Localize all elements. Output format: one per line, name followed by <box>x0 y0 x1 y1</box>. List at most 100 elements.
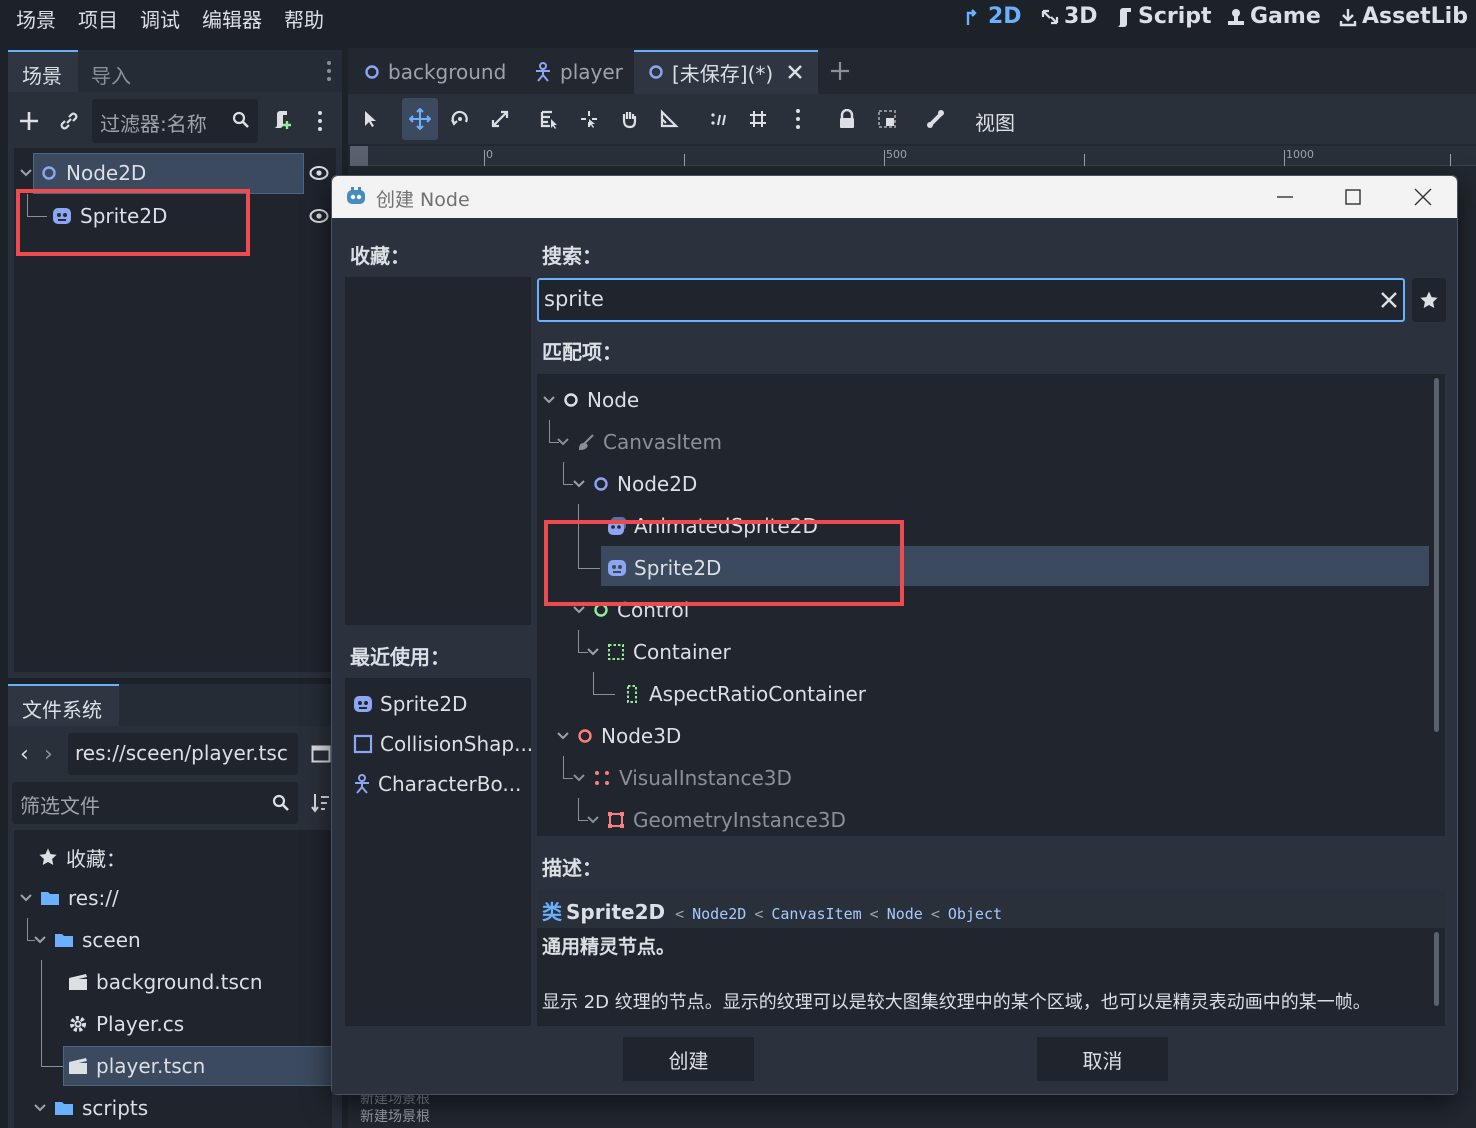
tab-import[interactable]: 导入 <box>91 60 131 89</box>
recent-item-collisionshape[interactable]: CollisionShap... <box>353 724 533 764</box>
pan-tool-icon[interactable] <box>612 102 646 136</box>
smart-snap-icon[interactable] <box>702 102 736 136</box>
visibility-eye-icon[interactable] <box>309 208 329 224</box>
match-container[interactable]: Container <box>587 632 731 672</box>
ruler-tool-icon[interactable] <box>652 102 686 136</box>
workspace-3d[interactable]: 3D <box>1040 4 1098 29</box>
fs-player-cs[interactable]: Player.cs <box>68 1004 184 1044</box>
godot-logo-icon <box>345 186 367 208</box>
fs-favorites[interactable]: 收藏： <box>38 837 126 877</box>
split-view-icon[interactable] <box>311 744 331 764</box>
dock-menu-icon[interactable] <box>326 60 332 82</box>
close-icon[interactable] <box>787 64 803 80</box>
geometryinstance-icon <box>607 811 625 829</box>
recent-item-sprite2d[interactable]: Sprite2D <box>353 684 467 724</box>
dialog-titlebar: 创建 Node <box>332 176 1457 218</box>
match-node3d[interactable]: Node3D <box>557 716 681 756</box>
description-text-area: 通用精灵节点。 显示 2D 纹理的节点。显示的纹理可以是较大图集纹理中的某个区域… <box>537 928 1445 1026</box>
menu-scene[interactable]: 场景 <box>16 4 56 33</box>
match-node2d[interactable]: Node2D <box>573 464 697 504</box>
view-menu-button[interactable]: 视图 <box>975 107 1015 136</box>
desc-link-node2d[interactable]: Node2D <box>692 905 746 923</box>
select-tool-icon[interactable] <box>354 102 388 136</box>
fs-res-root[interactable]: res:// <box>20 878 119 918</box>
match-visualinstance3d[interactable]: VisualInstance3D <box>573 758 792 798</box>
menu-editor[interactable]: 编辑器 <box>202 4 262 33</box>
ruler-label-1000: 1000 <box>1286 148 1314 161</box>
bone-icon[interactable] <box>919 102 953 136</box>
scale-tool-icon[interactable] <box>483 102 517 136</box>
description-scrollbar[interactable] <box>1434 932 1439 1006</box>
container-icon <box>607 643 625 661</box>
workspace-assetlib[interactable]: AssetLib <box>1338 4 1468 29</box>
maximize-icon[interactable] <box>1344 188 1362 206</box>
chevron-down-icon <box>34 1104 46 1112</box>
fs-background-tscn[interactable]: background.tscn <box>68 962 263 1002</box>
scene-filter-input[interactable]: 过滤器:名称 <box>92 99 258 143</box>
desc-link-node[interactable]: Node <box>887 905 923 923</box>
file-filter-input[interactable]: 筛选文件 <box>12 782 298 824</box>
menu-debug[interactable]: 调试 <box>140 4 180 33</box>
chevron-down-icon <box>34 936 46 944</box>
match-geometryinstance3d[interactable]: GeometryInstance3D <box>587 800 846 840</box>
tab-scene[interactable]: 场景 <box>22 60 62 89</box>
instance-scene-icon[interactable] <box>270 108 294 132</box>
minimize-icon[interactable] <box>1276 188 1294 206</box>
editor-tab-unsaved[interactable]: [未保存](*) <box>648 52 803 92</box>
close-icon[interactable] <box>1414 188 1432 206</box>
characterbody-icon <box>534 62 552 82</box>
ruler-corner <box>350 146 368 166</box>
create-button[interactable]: 创建 <box>623 1037 754 1081</box>
pivot-tool-icon[interactable] <box>572 102 606 136</box>
sort-icon[interactable] <box>310 792 330 814</box>
workspace-game[interactable]: Game <box>1226 4 1321 29</box>
scene-node-node2d[interactable]: Node2D <box>18 153 146 193</box>
recent-item-characterbody[interactable]: CharacterBo... <box>353 764 521 804</box>
characterbody-icon <box>353 774 371 794</box>
list-select-icon[interactable] <box>532 102 566 136</box>
match-node[interactable]: Node <box>543 380 639 420</box>
search-input[interactable]: sprite <box>537 278 1405 322</box>
bottom-text-2: 新建场景根 <box>360 1109 430 1125</box>
desc-sep: < <box>869 905 879 923</box>
highlight-box-dialog <box>544 520 904 606</box>
fs-scripts-folder[interactable]: scripts <box>34 1088 148 1128</box>
star-icon <box>38 847 58 867</box>
workspace-script[interactable]: Script <box>1114 4 1212 29</box>
visibility-eye-icon[interactable] <box>309 165 329 181</box>
favorite-button[interactable] <box>1412 278 1446 322</box>
group-icon[interactable] <box>870 102 904 136</box>
link-icon[interactable] <box>58 110 80 132</box>
lock-icon[interactable] <box>830 102 864 136</box>
path-field[interactable]: res://sceen/player.tsc <box>68 733 298 775</box>
add-node-icon[interactable] <box>18 110 40 132</box>
history-forward-button[interactable]: › <box>44 742 53 767</box>
menu-help[interactable]: 帮助 <box>284 4 324 33</box>
editor-tab-background[interactable]: background <box>364 52 506 92</box>
desc-link-object[interactable]: Object <box>948 905 1002 923</box>
rotate-tool-icon[interactable] <box>443 102 477 136</box>
grid-snap-icon[interactable] <box>741 102 775 136</box>
favorites-list[interactable] <box>345 277 531 625</box>
tab-filesystem[interactable]: 文件系统 <box>22 694 102 723</box>
fs-player-tscn[interactable]: player.tscn <box>68 1046 205 1086</box>
more-icon[interactable] <box>317 110 323 132</box>
3d-icon <box>1040 7 1060 27</box>
move-tool-icon[interactable] <box>403 102 437 136</box>
match-aspectratiocontainer[interactable]: AspectRatioContainer <box>623 674 866 714</box>
history-back-button[interactable]: ‹ <box>20 742 29 767</box>
matches-scrollbar[interactable] <box>1434 378 1439 732</box>
cancel-button[interactable]: 取消 <box>1037 1037 1168 1081</box>
desc-link-canvasitem[interactable]: CanvasItem <box>771 905 861 923</box>
menu-project[interactable]: 项目 <box>78 4 118 33</box>
assetlib-icon <box>1338 7 1358 27</box>
snap-options-icon[interactable] <box>781 102 815 136</box>
chevron-down-icon <box>587 816 599 824</box>
workspace-2d[interactable]: 2D <box>964 4 1022 29</box>
fs-sceen-folder[interactable]: sceen <box>34 920 141 960</box>
editor-tab-player[interactable]: player <box>534 52 623 92</box>
menu-bar: 场景 项目 调试 编辑器 帮助 2D 3D Script Game AssetL… <box>0 0 1476 40</box>
match-canvasitem[interactable]: CanvasItem <box>557 422 722 462</box>
clear-icon[interactable] <box>1381 292 1397 308</box>
add-tab-icon[interactable] <box>830 61 850 81</box>
